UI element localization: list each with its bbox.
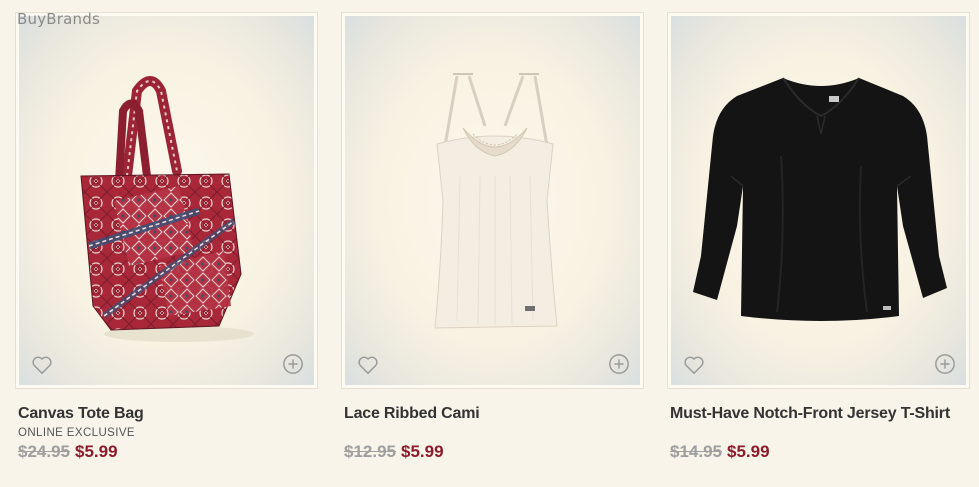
- favorite-button[interactable]: [31, 355, 53, 375]
- heart-icon: [358, 356, 378, 374]
- product-card[interactable]: Canvas Tote Bag ONLINE EXCLUSIVE $24.95 $…: [15, 12, 318, 462]
- price-group: $12.95 $5.99: [344, 442, 644, 462]
- plus-circle-icon: [609, 354, 629, 374]
- product-card[interactable]: Lace Ribbed Cami $12.95 $5.99: [341, 12, 644, 462]
- product-image-frame[interactable]: [341, 12, 644, 389]
- favorite-button[interactable]: [357, 355, 379, 375]
- brand-watermark: BuyBrands: [17, 10, 100, 28]
- heart-icon: [32, 356, 52, 374]
- product-name[interactable]: Canvas Tote Bag: [18, 405, 318, 423]
- online-exclusive-badge: ONLINE EXCLUSIVE: [18, 427, 135, 439]
- heart-icon: [684, 356, 704, 374]
- product-card[interactable]: Must-Have Notch-Front Jersey T-Shirt $14…: [667, 12, 970, 462]
- quick-add-button[interactable]: [282, 353, 304, 375]
- original-price: $12.95: [344, 442, 396, 461]
- product-badge: [344, 425, 644, 441]
- lace-ribbed-cami-image[interactable]: [345, 16, 640, 385]
- original-price: $14.95: [670, 442, 722, 461]
- product-image-frame[interactable]: [15, 12, 318, 389]
- plus-circle-icon: [935, 354, 955, 374]
- favorite-button[interactable]: [683, 355, 705, 375]
- plus-circle-icon: [283, 354, 303, 374]
- sale-price: $5.99: [75, 442, 118, 461]
- jersey-t-shirt-image[interactable]: [671, 16, 966, 385]
- quick-add-button[interactable]: [608, 353, 630, 375]
- sale-price: $5.99: [401, 442, 444, 461]
- quick-add-button[interactable]: [934, 353, 956, 375]
- original-price: $24.95: [18, 442, 70, 461]
- canvas-tote-bag-image[interactable]: [19, 16, 314, 385]
- price-group: $14.95 $5.99: [670, 442, 970, 462]
- price-group: $24.95 $5.99: [18, 442, 318, 462]
- product-name[interactable]: Must-Have Notch-Front Jersey T-Shirt: [670, 405, 970, 423]
- sale-price: $5.99: [727, 442, 770, 461]
- product-image-frame[interactable]: [667, 12, 970, 389]
- product-name[interactable]: Lace Ribbed Cami: [344, 405, 644, 423]
- product-badge: [670, 425, 970, 441]
